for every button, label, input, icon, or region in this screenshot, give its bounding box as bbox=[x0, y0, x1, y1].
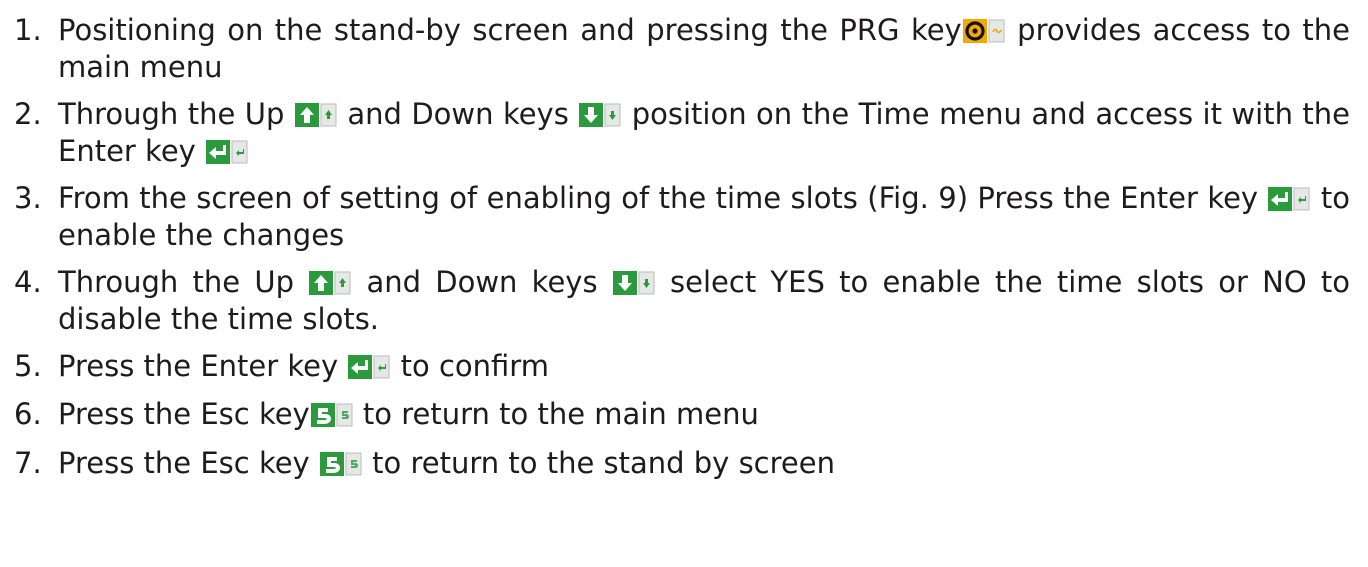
step-text-segment: to return to the stand by screen bbox=[362, 446, 835, 480]
procedure-steps: 1. Positioning on the stand-by screen an… bbox=[14, 12, 1350, 482]
step-text-segment: and Down keys bbox=[352, 265, 612, 299]
step-4: 4. Through the Up and Down keys select Y… bbox=[14, 264, 1350, 337]
step-text: Press the Esc key to return to the stand… bbox=[58, 445, 1350, 482]
step-text-segment: Press the Enter key bbox=[58, 349, 348, 383]
step-3: 3. From the screen of setting of enablin… bbox=[14, 180, 1350, 253]
enter-key-icon bbox=[206, 139, 248, 164]
step-text: From the screen of setting of enabling o… bbox=[58, 180, 1350, 253]
step-text-segment: Through the Up bbox=[58, 97, 294, 131]
step-1: 1. Positioning on the stand-by screen an… bbox=[14, 12, 1350, 85]
step-number: 3. bbox=[14, 181, 42, 215]
up-key-icon bbox=[309, 271, 351, 295]
step-number: 2. bbox=[14, 97, 42, 131]
step-text-segment: From the screen of setting of enabling o… bbox=[58, 181, 1268, 215]
step-number: 7. bbox=[14, 446, 42, 480]
step-number: 1. bbox=[14, 13, 42, 47]
step-2: 2. Through the Up and Down keys position… bbox=[14, 96, 1350, 169]
step-text-segment: to confirm bbox=[391, 349, 549, 383]
step-text-segment: to return to the main menu bbox=[353, 396, 759, 431]
step-number: 6. bbox=[14, 396, 42, 431]
step-text-segment: Positioning on the stand-by screen and p… bbox=[58, 13, 962, 47]
step-text: Positioning on the stand-by screen and p… bbox=[58, 12, 1350, 85]
esc-key-icon bbox=[319, 452, 362, 476]
step-text-segment: and Down keys bbox=[337, 97, 579, 131]
step-5: 5. Press the Enter key to confirm bbox=[14, 348, 1350, 385]
step-text-segment: Press the Esc key bbox=[58, 396, 310, 431]
enter-key-icon bbox=[1268, 187, 1310, 211]
down-key-icon bbox=[579, 103, 621, 127]
step-text-segment: Through the Up bbox=[58, 265, 309, 299]
up-key-icon bbox=[294, 103, 337, 127]
esc-key-icon bbox=[310, 402, 353, 427]
step-text: Through the Up and Down keys position on… bbox=[58, 96, 1350, 169]
down-key-icon bbox=[612, 271, 655, 295]
step-7: 7. Press the Esc key to return to the st… bbox=[14, 445, 1350, 482]
step-text: Through the Up and Down keys select YES … bbox=[58, 264, 1350, 337]
step-6: 6. Press the Esc key to return to the ma… bbox=[14, 396, 1350, 433]
step-text: Press the Enter key to confirm bbox=[58, 348, 1350, 385]
step-number: 5. bbox=[14, 349, 42, 383]
step-text: Press the Esc key to return to the main … bbox=[58, 396, 1350, 433]
step-text-segment: Press the Esc key bbox=[58, 446, 319, 480]
enter-key-icon bbox=[348, 355, 390, 379]
step-number: 4. bbox=[14, 265, 42, 299]
document-page: 1. Positioning on the stand-by screen an… bbox=[0, 0, 1368, 567]
prg-key-icon bbox=[962, 19, 1005, 43]
